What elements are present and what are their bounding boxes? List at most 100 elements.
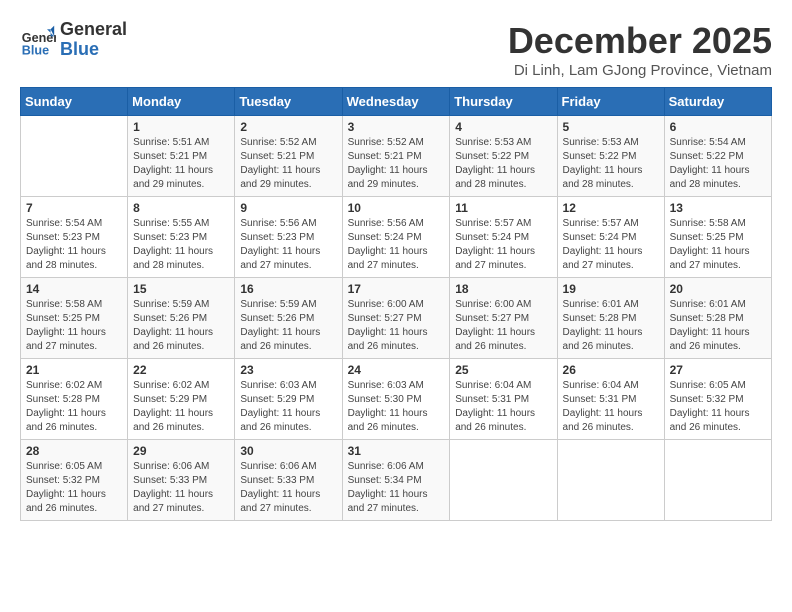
calendar-cell: 12 Sunrise: 5:57 AM Sunset: 5:24 PM Dayli… xyxy=(557,197,664,278)
logo: General Blue GeneralBlue xyxy=(20,20,127,60)
day-number: 11 xyxy=(455,201,551,215)
day-number: 9 xyxy=(240,201,336,215)
day-info: Sunrise: 5:58 AM Sunset: 5:25 PM Dayligh… xyxy=(670,217,766,273)
page-header: General Blue GeneralBlue December 2025 D… xyxy=(20,20,772,79)
day-info: Sunrise: 6:01 AM Sunset: 5:28 PM Dayligh… xyxy=(563,298,659,354)
day-number: 21 xyxy=(26,363,122,377)
day-info: Sunrise: 6:00 AM Sunset: 5:27 PM Dayligh… xyxy=(455,298,551,354)
day-info: Sunrise: 5:55 AM Sunset: 5:23 PM Dayligh… xyxy=(133,217,229,273)
week-row-4: 21 Sunrise: 6:02 AM Sunset: 5:28 PM Dayli… xyxy=(21,359,772,440)
day-info: Sunrise: 5:52 AM Sunset: 5:21 PM Dayligh… xyxy=(240,136,336,192)
day-info: Sunrise: 6:04 AM Sunset: 5:31 PM Dayligh… xyxy=(563,379,659,435)
calendar-cell: 26 Sunrise: 6:04 AM Sunset: 5:31 PM Dayli… xyxy=(557,359,664,440)
calendar-cell: 5Sunrise: 5:53 AM Sunset: 5:22 PM Daylig… xyxy=(557,116,664,197)
day-number: 17 xyxy=(348,282,445,296)
calendar-cell: 29Sunrise: 6:06 AM Sunset: 5:33 PM Dayli… xyxy=(128,440,235,521)
day-info: Sunrise: 5:56 AM Sunset: 5:24 PM Dayligh… xyxy=(348,217,445,273)
day-info: Sunrise: 6:05 AM Sunset: 5:32 PM Dayligh… xyxy=(670,379,766,435)
calendar-header: SundayMondayTuesdayWednesdayThursdayFrid… xyxy=(21,88,772,116)
day-number: 6 xyxy=(670,120,766,134)
calendar-cell: 7Sunrise: 5:54 AM Sunset: 5:23 PM Daylig… xyxy=(21,197,128,278)
day-number: 8 xyxy=(133,201,229,215)
calendar-cell: 8 Sunrise: 5:55 AM Sunset: 5:23 PM Daylig… xyxy=(128,197,235,278)
day-info: Sunrise: 5:59 AM Sunset: 5:26 PM Dayligh… xyxy=(133,298,229,354)
day-number: 2 xyxy=(240,120,336,134)
day-info: Sunrise: 6:02 AM Sunset: 5:29 PM Dayligh… xyxy=(133,379,229,435)
calendar-cell xyxy=(664,440,771,521)
day-number: 16 xyxy=(240,282,336,296)
header-monday: Monday xyxy=(128,88,235,116)
day-number: 27 xyxy=(670,363,766,377)
calendar-cell: 3Sunrise: 5:52 AM Sunset: 5:21 PM Daylig… xyxy=(342,116,450,197)
calendar-cell: 15Sunrise: 5:59 AM Sunset: 5:26 PM Dayli… xyxy=(128,278,235,359)
day-number: 12 xyxy=(563,201,659,215)
day-info: Sunrise: 6:05 AM Sunset: 5:32 PM Dayligh… xyxy=(26,460,122,516)
day-info: Sunrise: 6:03 AM Sunset: 5:29 PM Dayligh… xyxy=(240,379,336,435)
calendar-cell: 2 Sunrise: 5:52 AM Sunset: 5:21 PM Daylig… xyxy=(235,116,342,197)
day-number: 30 xyxy=(240,444,336,458)
day-info: Sunrise: 5:52 AM Sunset: 5:21 PM Dayligh… xyxy=(348,136,445,192)
day-info: Sunrise: 5:57 AM Sunset: 5:24 PM Dayligh… xyxy=(455,217,551,273)
calendar-cell: 17 Sunrise: 6:00 AM Sunset: 5:27 PM Dayli… xyxy=(342,278,450,359)
day-number: 25 xyxy=(455,363,551,377)
header-friday: Friday xyxy=(557,88,664,116)
calendar-cell xyxy=(21,116,128,197)
day-info: Sunrise: 5:56 AM Sunset: 5:23 PM Dayligh… xyxy=(240,217,336,273)
day-info: Sunrise: 5:51 AM Sunset: 5:21 PM Dayligh… xyxy=(133,136,229,192)
header-thursday: Thursday xyxy=(450,88,557,116)
main-title: December 2025 xyxy=(508,20,772,62)
day-info: Sunrise: 5:53 AM Sunset: 5:22 PM Dayligh… xyxy=(455,136,551,192)
day-number: 4 xyxy=(455,120,551,134)
day-number: 10 xyxy=(348,201,445,215)
calendar-cell: 28Sunrise: 6:05 AM Sunset: 5:32 PM Dayli… xyxy=(21,440,128,521)
calendar-cell: 20Sunrise: 6:01 AM Sunset: 5:28 PM Dayli… xyxy=(664,278,771,359)
calendar-cell: 30Sunrise: 6:06 AM Sunset: 5:33 PM Dayli… xyxy=(235,440,342,521)
calendar-cell: 10 Sunrise: 5:56 AM Sunset: 5:24 PM Dayli… xyxy=(342,197,450,278)
header-row: SundayMondayTuesdayWednesdayThursdayFrid… xyxy=(21,88,772,116)
calendar-cell: 6Sunrise: 5:54 AM Sunset: 5:22 PM Daylig… xyxy=(664,116,771,197)
calendar-cell: 21 Sunrise: 6:02 AM Sunset: 5:28 PM Dayli… xyxy=(21,359,128,440)
day-number: 22 xyxy=(133,363,229,377)
header-sunday: Sunday xyxy=(21,88,128,116)
logo-text: GeneralBlue xyxy=(60,20,127,60)
day-info: Sunrise: 6:01 AM Sunset: 5:28 PM Dayligh… xyxy=(670,298,766,354)
day-number: 29 xyxy=(133,444,229,458)
week-row-3: 14Sunrise: 5:58 AM Sunset: 5:25 PM Dayli… xyxy=(21,278,772,359)
day-number: 13 xyxy=(670,201,766,215)
calendar-table: SundayMondayTuesdayWednesdayThursdayFrid… xyxy=(20,87,772,521)
day-info: Sunrise: 6:03 AM Sunset: 5:30 PM Dayligh… xyxy=(348,379,445,435)
subtitle: Di Linh, Lam GJong Province, Vietnam xyxy=(508,62,772,79)
day-info: Sunrise: 6:00 AM Sunset: 5:27 PM Dayligh… xyxy=(348,298,445,354)
day-number: 23 xyxy=(240,363,336,377)
day-number: 31 xyxy=(348,444,445,458)
calendar-cell: 13 Sunrise: 5:58 AM Sunset: 5:25 PM Dayli… xyxy=(664,197,771,278)
day-info: Sunrise: 6:04 AM Sunset: 5:31 PM Dayligh… xyxy=(455,379,551,435)
calendar-cell xyxy=(557,440,664,521)
day-number: 1 xyxy=(133,120,229,134)
title-block: December 2025 Di Linh, Lam GJong Provinc… xyxy=(508,20,772,79)
logo-icon: General Blue xyxy=(20,22,56,58)
header-tuesday: Tuesday xyxy=(235,88,342,116)
calendar-cell: 22 Sunrise: 6:02 AM Sunset: 5:29 PM Dayli… xyxy=(128,359,235,440)
day-info: Sunrise: 6:02 AM Sunset: 5:28 PM Dayligh… xyxy=(26,379,122,435)
week-row-1: 1 Sunrise: 5:51 AM Sunset: 5:21 PM Daylig… xyxy=(21,116,772,197)
day-info: Sunrise: 5:58 AM Sunset: 5:25 PM Dayligh… xyxy=(26,298,122,354)
calendar-cell: 18Sunrise: 6:00 AM Sunset: 5:27 PM Dayli… xyxy=(450,278,557,359)
calendar-cell: 24 Sunrise: 6:03 AM Sunset: 5:30 PM Dayli… xyxy=(342,359,450,440)
day-number: 24 xyxy=(348,363,445,377)
svg-text:Blue: Blue xyxy=(22,43,49,57)
calendar-cell: 23 Sunrise: 6:03 AM Sunset: 5:29 PM Dayli… xyxy=(235,359,342,440)
day-number: 26 xyxy=(563,363,659,377)
calendar-cell: 16 Sunrise: 5:59 AM Sunset: 5:26 PM Dayli… xyxy=(235,278,342,359)
day-info: Sunrise: 5:54 AM Sunset: 5:23 PM Dayligh… xyxy=(26,217,122,273)
day-info: Sunrise: 5:57 AM Sunset: 5:24 PM Dayligh… xyxy=(563,217,659,273)
day-info: Sunrise: 5:53 AM Sunset: 5:22 PM Dayligh… xyxy=(563,136,659,192)
day-info: Sunrise: 5:59 AM Sunset: 5:26 PM Dayligh… xyxy=(240,298,336,354)
calendar-cell: 14Sunrise: 5:58 AM Sunset: 5:25 PM Dayli… xyxy=(21,278,128,359)
calendar-cell: 11 Sunrise: 5:57 AM Sunset: 5:24 PM Dayli… xyxy=(450,197,557,278)
calendar-cell: 1 Sunrise: 5:51 AM Sunset: 5:21 PM Daylig… xyxy=(128,116,235,197)
calendar-cell: 27 Sunrise: 6:05 AM Sunset: 5:32 PM Dayli… xyxy=(664,359,771,440)
week-row-2: 7Sunrise: 5:54 AM Sunset: 5:23 PM Daylig… xyxy=(21,197,772,278)
day-info: Sunrise: 6:06 AM Sunset: 5:34 PM Dayligh… xyxy=(348,460,445,516)
calendar-body: 1 Sunrise: 5:51 AM Sunset: 5:21 PM Daylig… xyxy=(21,116,772,521)
